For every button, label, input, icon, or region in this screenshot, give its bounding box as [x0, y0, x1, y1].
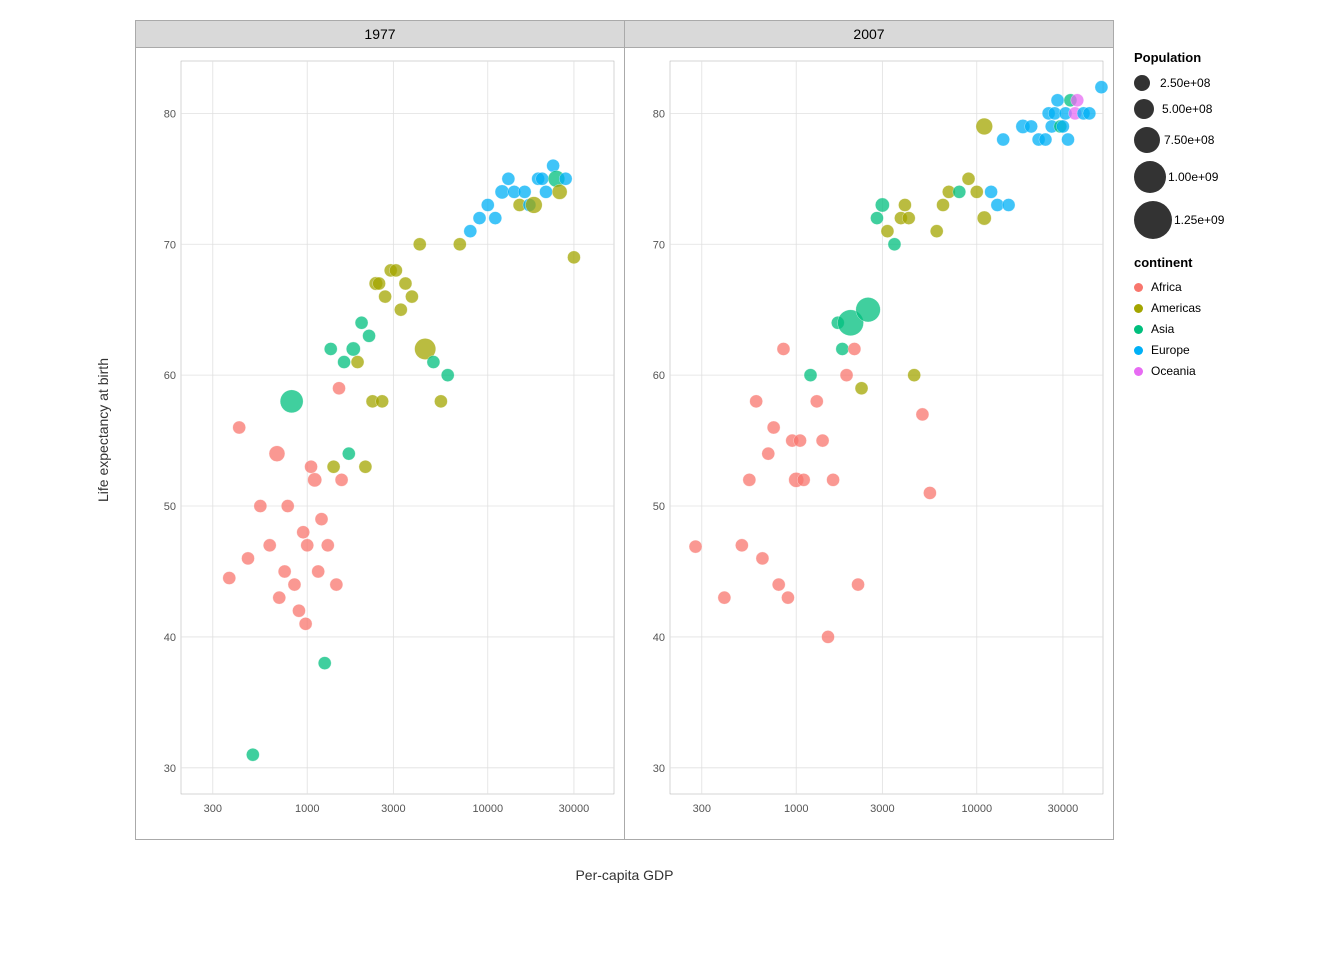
plot-svg-1977: 300 1000 3000 10000 30000 30 40 50 60 70 80	[136, 51, 624, 839]
svg-text:30000: 30000	[559, 803, 590, 815]
asia-legend: Asia	[1134, 322, 1314, 336]
oceania-legend: Oceania	[1134, 364, 1314, 378]
svg-text:80: 80	[653, 108, 665, 120]
svg-text:40: 40	[164, 632, 176, 644]
svg-text:10000: 10000	[472, 803, 503, 815]
y-axis-label: Life expectancy at birth	[95, 358, 111, 502]
svg-text:30: 30	[164, 763, 176, 775]
svg-text:300: 300	[693, 803, 711, 815]
svg-text:60: 60	[653, 370, 665, 382]
svg-text:50: 50	[164, 501, 176, 513]
africa-legend: Africa	[1134, 280, 1314, 294]
pop-legend-3: 7.50e+08	[1134, 127, 1314, 153]
svg-text:3000: 3000	[870, 803, 894, 815]
panels-row: 1977 300 1000 3000 10000 30000 30 40 50 60 70 80 2…	[135, 20, 1114, 840]
plot-svg-2007: 300 1000 3000 10000 30000 30 40 50 60 70 80	[625, 51, 1113, 839]
svg-text:10000: 10000	[961, 803, 992, 815]
svg-text:70: 70	[653, 239, 665, 251]
panel-2007: 2007 300 1000 3000 10000 30000 30 40 50 60 70 80	[625, 20, 1114, 840]
svg-text:1000: 1000	[295, 803, 319, 815]
svg-text:1000: 1000	[784, 803, 808, 815]
svg-text:300: 300	[204, 803, 222, 815]
pop-legend-5: 1.25e+09	[1134, 201, 1314, 239]
svg-text:30000: 30000	[1048, 803, 1079, 815]
population-legend-title: Population	[1134, 50, 1314, 65]
pop-legend-4: 1.00e+09	[1134, 161, 1314, 193]
pop-legend-2: 5.00e+08	[1134, 99, 1314, 119]
pop-legend-1: 2.50e+08	[1134, 75, 1314, 91]
svg-text:60: 60	[164, 370, 176, 382]
legend: Population 2.50e+08 5.00e+08 7.50e+08 1.…	[1124, 40, 1324, 395]
europe-legend: Europe	[1134, 343, 1314, 357]
continent-legend-title: continent	[1134, 255, 1314, 270]
svg-text:50: 50	[653, 501, 665, 513]
svg-text:40: 40	[653, 632, 665, 644]
x-axis-label: Per-capita GDP	[135, 867, 1114, 885]
svg-text:70: 70	[164, 239, 176, 251]
chart-container: Life expectancy at birth 1977 3001000300…	[0, 0, 1344, 960]
americas-legend: Americas	[1134, 301, 1314, 315]
panel-1977-header: 1977	[136, 21, 624, 48]
panel-2007-header: 2007	[625, 21, 1113, 48]
panel-1977: 1977 300 1000 3000 10000 30000 30 40 50 60 70 80	[135, 20, 625, 840]
svg-text:80: 80	[164, 108, 176, 120]
svg-text:30: 30	[653, 763, 665, 775]
svg-text:3000: 3000	[381, 803, 405, 815]
